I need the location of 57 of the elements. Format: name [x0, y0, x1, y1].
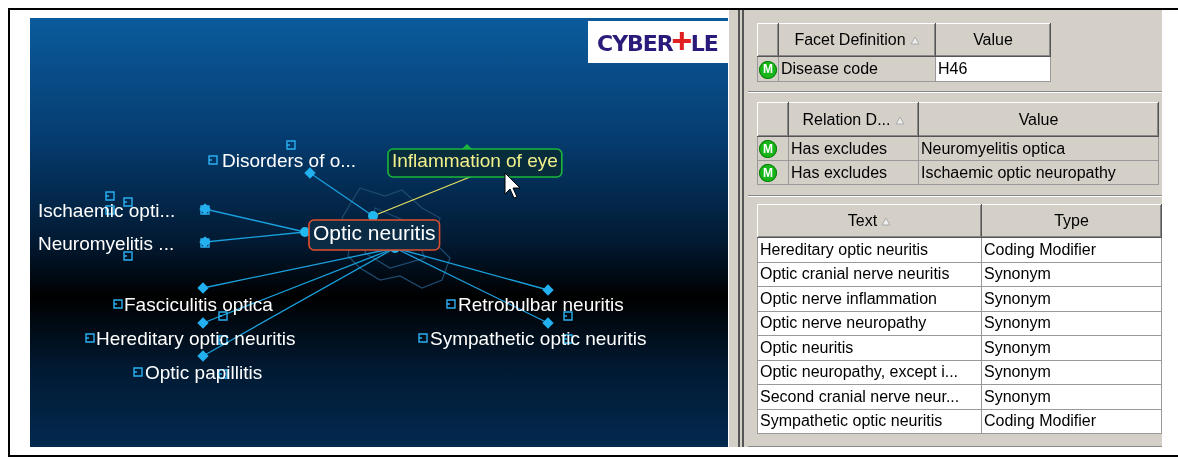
sort-icon: [894, 115, 905, 125]
cursor-icon: [504, 172, 521, 199]
sort-icon: [881, 217, 892, 227]
node-handle-icon[interactable]: [286, 140, 296, 150]
table-cell: Has excludes: [788, 136, 919, 161]
header-cell: [757, 102, 789, 137]
table-cell: Coding Modifier: [981, 237, 1162, 262]
column-header[interactable]: Value: [918, 102, 1159, 137]
node-handle-icon[interactable]: [446, 299, 456, 309]
table-cell: Synonym: [981, 262, 1162, 287]
table-cell: Optic nerve inflammation: [757, 286, 982, 311]
column-header[interactable]: Facet Definition: [778, 23, 936, 57]
table-cell: Disease code: [778, 56, 936, 82]
table-cell: Synonym: [981, 335, 1162, 360]
node-handle-icon[interactable]: [105, 205, 115, 215]
table-cell: Synonym: [981, 311, 1162, 336]
node-handle-icon[interactable]: [200, 205, 210, 215]
node-handle-icon[interactable]: [418, 333, 428, 343]
node-label[interactable]: Disorders of o...: [222, 150, 357, 171]
table-cell: Has excludes: [788, 160, 919, 185]
node-handle-icon[interactable]: [105, 191, 115, 201]
node-handle-icon[interactable]: [208, 155, 218, 165]
graph-node[interactable]: Optic neuritis: [308, 219, 441, 251]
column-header[interactable]: Text: [757, 204, 982, 238]
node-handle-icon[interactable]: [563, 311, 573, 321]
column-header[interactable]: Type: [981, 204, 1162, 238]
status-icon: M: [759, 140, 777, 159]
table-cell: Synonym: [981, 384, 1162, 409]
status-icon: M: [759, 164, 777, 183]
table-cell: Optic cranial nerve neuritis: [757, 262, 982, 287]
sort-icon: [909, 36, 920, 46]
cross-icon: [672, 32, 691, 50]
table-cell: Ischaemic optic neuropathy: [918, 160, 1159, 185]
table-cell: H46: [935, 56, 1051, 82]
node-handle-icon[interactable]: [200, 238, 210, 248]
table-cell: Synonym: [981, 360, 1162, 385]
table-cell: Optic nerve neuropathy: [757, 311, 982, 336]
table-cell: Neuromyelitis optica: [918, 136, 1159, 161]
column-header[interactable]: Value: [935, 23, 1051, 57]
node-label[interactable]: Neuromyelitis ...: [38, 233, 175, 254]
node-handle-icon[interactable]: [113, 299, 123, 309]
status-icon: M: [759, 60, 777, 79]
node-handle-icon[interactable]: [85, 333, 95, 343]
node-handle-icon[interactable]: [133, 367, 143, 377]
table-cell: Optic neuropathy, except i...: [757, 360, 982, 385]
logo: CYBER LE: [588, 21, 728, 63]
table-cell: Hereditary optic neuritis: [757, 237, 982, 262]
node-label[interactable]: Optic papillitis: [145, 362, 263, 383]
column-header[interactable]: Relation D...: [788, 102, 919, 137]
table-cell: Synonym: [981, 286, 1162, 311]
table-cell: Coding Modifier: [981, 409, 1162, 434]
table-cell: Sympathetic optic neuritis: [757, 409, 982, 434]
node-handle-icon[interactable]: [218, 369, 228, 379]
header-cell: [757, 23, 779, 57]
table-cell: Second cranial nerve neur...: [757, 384, 982, 409]
node-label[interactable]: Ischaemic opti...: [38, 200, 176, 221]
table-cell: Optic neuritis: [757, 335, 982, 360]
